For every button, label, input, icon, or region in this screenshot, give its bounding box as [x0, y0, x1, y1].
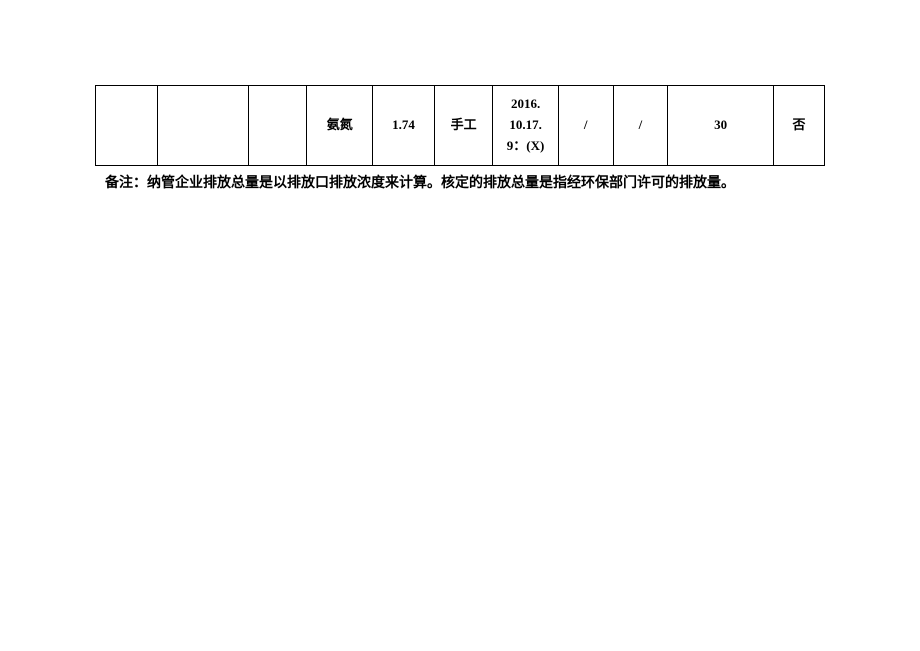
cell-date: 2016. 10.17. 9：(X) [493, 86, 559, 166]
cell-9: / [613, 86, 668, 166]
cell-value: 1.74 [373, 86, 435, 166]
cell-8: / [558, 86, 613, 166]
cell-method: 手工 [434, 86, 492, 166]
emissions-table: 氨氮 1.74 手工 2016. 10.17. 9：(X) / / 30 否 [95, 85, 825, 166]
cell-3 [249, 86, 307, 166]
cell-limit: 30 [668, 86, 774, 166]
cell-2 [157, 86, 248, 166]
cell-1 [96, 86, 158, 166]
cell-exceed: 否 [773, 86, 824, 166]
table-row: 氨氮 1.74 手工 2016. 10.17. 9：(X) / / 30 否 [96, 86, 825, 166]
footnote: 备注：纳管企业排放总量是以排放口排放浓度来计算。核定的排放总量是指经环保部门许可… [95, 166, 825, 196]
cell-pollutant: 氨氮 [307, 86, 373, 166]
